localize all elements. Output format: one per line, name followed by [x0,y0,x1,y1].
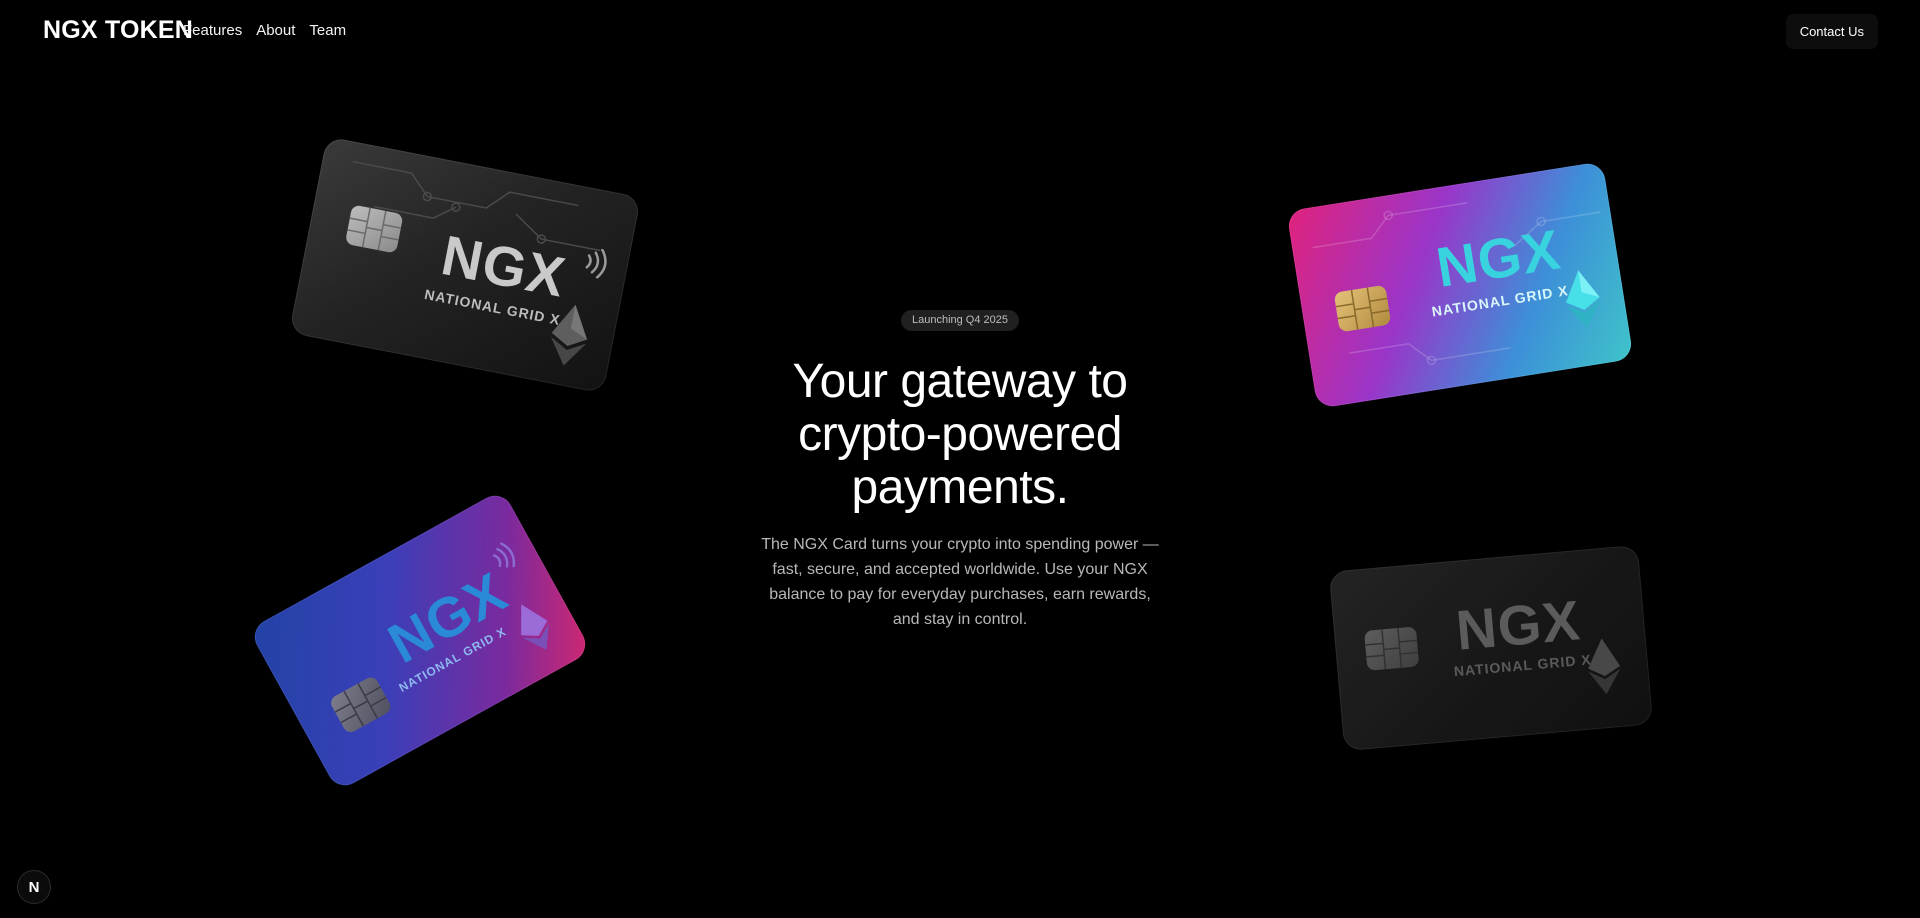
ngx-card-dark: NGX NATIONAL GRID X [288,136,642,394]
contactless-icon [492,542,516,568]
nav-link-about[interactable]: About [256,22,295,39]
nav-links: Features About Team [183,22,346,39]
contact-us-button[interactable]: Contact Us [1785,14,1878,49]
ngx-card-gradient-blue: NGX NATIONAL GRID X [248,489,592,792]
card-logo: NGX [1453,588,1583,662]
ethereum-icon [1588,638,1621,695]
nav-link-team[interactable]: Team [309,22,346,39]
headline-line: crypto-powered [798,408,1122,461]
ethereum-icon [521,604,549,650]
description-line: balance to pay for everyday purchases, e… [769,586,1151,603]
card-chip-icon [1364,626,1420,671]
hero-description: The NGX Card turns your crypto into spen… [755,532,1165,632]
brand-logo[interactable]: NGX TOKEN [43,16,193,45]
hero-section: Launching Q4 2025 Your gateway to crypto… [660,310,1260,632]
top-navigation: NGX TOKEN Features About Team Contact Us [0,0,1920,64]
landing-page: NGX TOKEN Features About Team Contact Us… [0,0,1920,918]
hero-headline: Your gateway to crypto-powered payments. [660,355,1260,514]
nextjs-icon[interactable]: N [17,870,51,904]
description-line: The NGX Card turns your crypto into spen… [761,536,1159,553]
ngx-card-gradient-pink: NGX NATIONAL GRID X [1286,161,1634,409]
headline-line: payments. [851,461,1069,514]
dev-badge-letter: N [28,878,40,896]
headline-line: Your gateway to [792,355,1128,408]
description-line: fast, secure, and accepted worldwide. Us… [772,561,1148,578]
description-line: and stay in control. [892,611,1028,628]
launch-badge: Launching Q4 2025 [900,310,1020,331]
card-chip-icon [1333,284,1392,333]
ngx-card-dark-faded: NGX NATIONAL GRID X [1328,544,1654,752]
nav-link-features[interactable]: Features [183,22,242,39]
card-chip-icon [328,674,394,735]
